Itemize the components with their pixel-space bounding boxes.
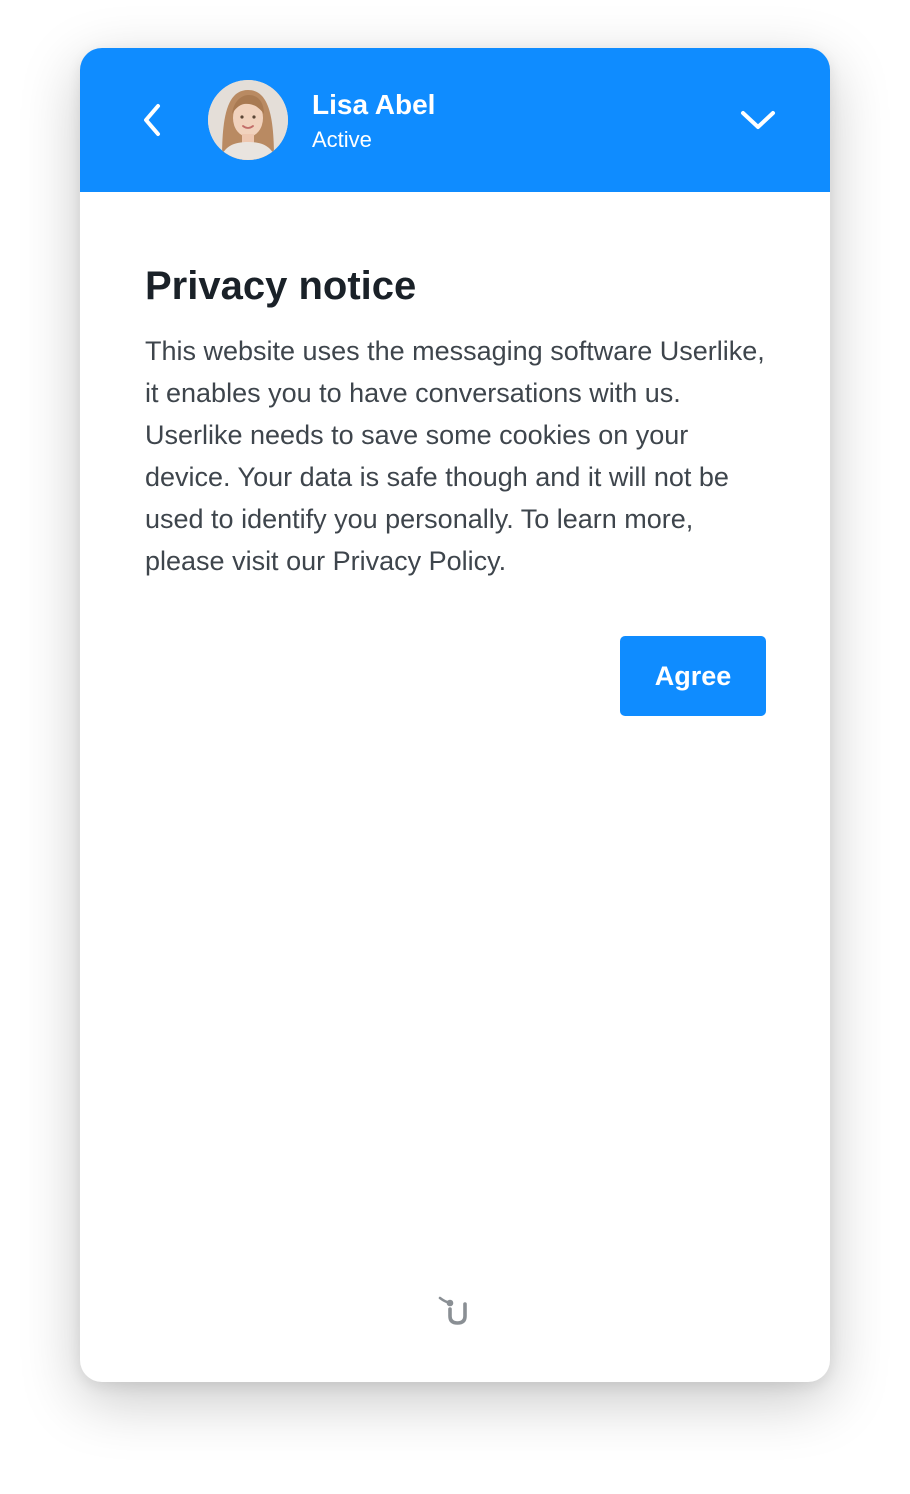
privacy-notice-text: This website uses the messaging software… [145,336,765,576]
userlike-logo-icon [438,1296,467,1325]
agent-name: Lisa Abel [312,89,436,120]
avatar [208,80,288,160]
minimize-button[interactable] [732,98,784,142]
back-button[interactable] [130,98,174,142]
chevron-down-icon [741,111,775,129]
privacy-notice-title: Privacy notice [145,264,417,308]
agent-status: Active [312,127,372,152]
chevron-left-icon [144,104,160,136]
chat-header: Lisa Abel Active [80,48,830,192]
agree-button[interactable]: Agree [620,636,766,716]
chat-widget: Lisa Abel Active Privacy notice This web… [80,48,830,1382]
